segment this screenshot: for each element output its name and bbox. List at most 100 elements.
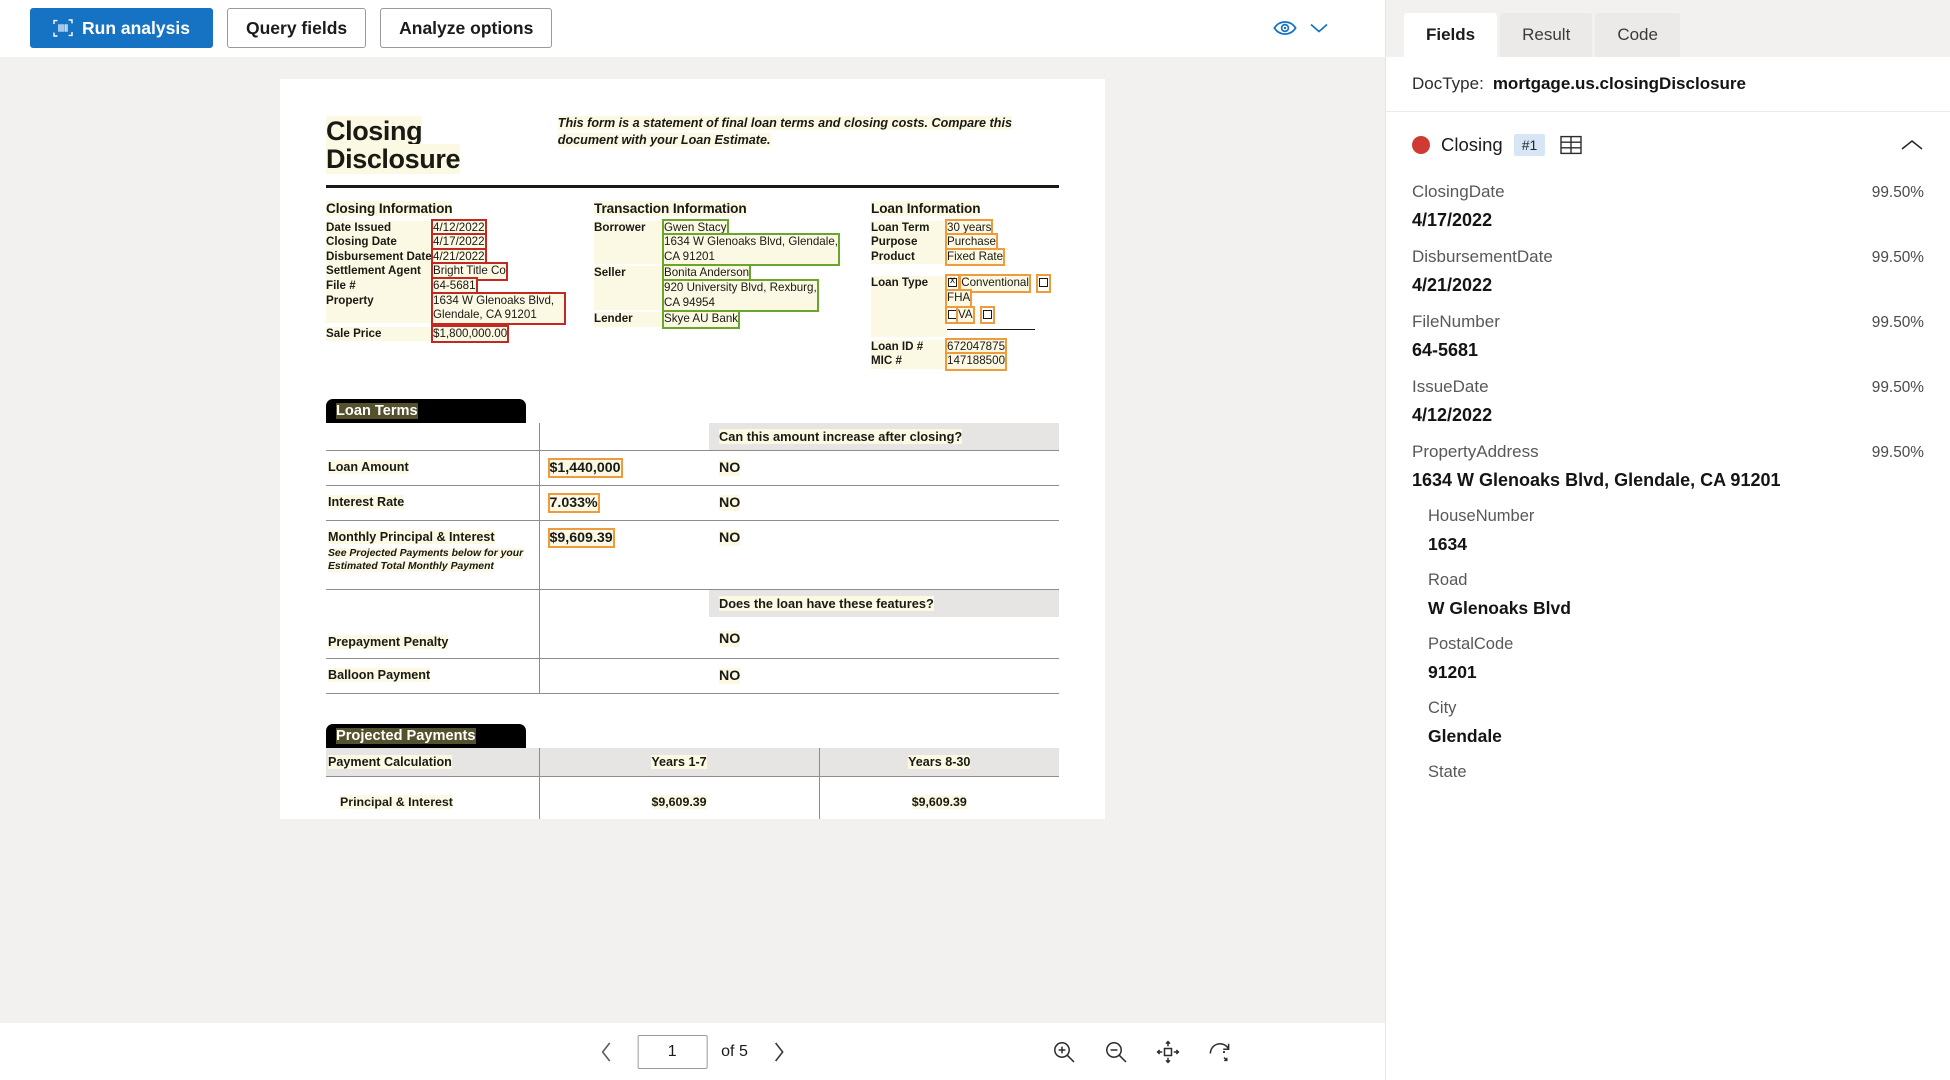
projected-payments-table: Payment Calculation Years 1-7 Years 8-30… (326, 748, 1059, 819)
table-row: Principal & Interest $9,609.39 $9,609.39 (326, 776, 1059, 819)
document-header: Closing Disclosure This form is a statem… (326, 113, 1059, 175)
loan-type-other[interactable] (979, 305, 995, 325)
field-key: HouseNumber (1428, 507, 1535, 525)
table-row: Loan Amount $1,440,000 NO (326, 450, 1059, 486)
projected-payments-tab: Projected Payments (326, 724, 526, 749)
field-item[interactable]: ClosingDate 99.50% 4/17/2022 (1412, 182, 1924, 231)
loan-terms-section: Loan Terms Can this amount increase afte… (326, 399, 1059, 695)
page-count-label: of 5 (721, 1042, 748, 1060)
closing-information-column: Closing Information Date Issued 4/12/202… (326, 200, 594, 369)
zoom-in-icon[interactable] (1049, 1037, 1079, 1067)
field-group-header[interactable]: Closing #1 (1386, 112, 1950, 170)
loan-terms-question-1: Can this amount increase after closing? (709, 423, 1059, 451)
rotate-icon[interactable] (1205, 1037, 1235, 1067)
field-key: ClosingDate (1412, 182, 1505, 201)
eye-icon[interactable] (1273, 20, 1297, 36)
next-page-button[interactable] (762, 1035, 796, 1069)
table-header-row: Payment Calculation Years 1-7 Years 8-30 (326, 748, 1059, 777)
field-item[interactable]: Road W Glenoaks Blvd (1412, 571, 1924, 619)
doctype-label: DocType: (1412, 74, 1484, 93)
field-item[interactable]: State (1412, 763, 1924, 782)
right-panel: Fields Result Code DocType: mortgage.us.… (1385, 0, 1950, 1080)
transaction-info-row: Seller Bonita Anderson 920 University Bl… (594, 264, 819, 313)
pager: of 5 (589, 1034, 796, 1069)
query-fields-label: Query fields (245, 17, 348, 38)
closing-info-row: Disbursement Date 4/21/2022 (326, 247, 487, 267)
query-fields-button[interactable]: Query fields (226, 8, 367, 48)
checkbox-icon (982, 309, 992, 319)
field-value: Glendale (1428, 726, 1502, 746)
loan-terms-table: Can this amount increase after closing? … (326, 423, 1059, 694)
run-analysis-button[interactable]: Run analysis (30, 8, 213, 48)
information-row: Closing Information Date Issued 4/12/202… (326, 200, 1059, 371)
loan-info-row: Loan Term 30 years (871, 218, 994, 238)
field-confidence: 99.50% (1871, 249, 1924, 266)
field-item[interactable]: City Glendale (1412, 699, 1924, 747)
field-key: DisbursementDate (1412, 247, 1553, 266)
tab-code[interactable]: Code (1595, 13, 1680, 57)
field-confidence: 99.50% (1871, 444, 1924, 461)
field-item[interactable]: FileNumber 99.50% 64-5681 (1412, 312, 1924, 361)
loan-information-heading: Loan Information (871, 200, 981, 216)
field-key: Road (1428, 571, 1468, 589)
field-group-name: Closing (1441, 134, 1503, 155)
field-key: PostalCode (1428, 635, 1514, 653)
loan-info-row: Purpose Purchase (871, 233, 998, 252)
checkbox-icon (1039, 278, 1049, 288)
field-value: W Glenoaks Blvd (1428, 598, 1571, 618)
page-canvas[interactable]: Closing Disclosure This form is a statem… (0, 57, 1385, 1022)
field-confidence: 99.50% (1871, 184, 1924, 201)
field-item[interactable]: DisbursementDate 99.50% 4/21/2022 (1412, 247, 1924, 296)
loan-type-other-line (947, 329, 1035, 331)
document-title: Closing Disclosure (326, 116, 461, 175)
field-key: City (1428, 699, 1457, 717)
transaction-information-heading: Transaction Information (594, 200, 747, 216)
closing-info-row: Date Issued 4/12/2022 (326, 218, 487, 238)
field-value: 1634 W Glenoaks Blvd, Glendale, CA 91201 (1412, 470, 1781, 490)
transaction-info-row: Lender Skye AU Bank (594, 310, 741, 329)
field-group-badge: #1 (1513, 134, 1546, 156)
top-toolbar: Run analysis Query fields Analyze option… (0, 0, 1385, 57)
previous-page-button[interactable] (589, 1035, 623, 1069)
chevron-up-icon[interactable] (1900, 138, 1924, 152)
closing-info-row: Property 1634 W Glenoaks Blvd, Glendale,… (326, 291, 594, 325)
loan-type-va[interactable] (945, 305, 960, 325)
field-confidence: 99.50% (1871, 314, 1924, 331)
mic-row: MIC # 147188500 (871, 352, 1008, 371)
field-item[interactable]: PostalCode 91201 (1412, 635, 1924, 683)
tab-result[interactable]: Result (1500, 13, 1593, 57)
field-value: 4/17/2022 (1412, 210, 1493, 230)
table-icon[interactable] (1560, 135, 1582, 155)
analyze-options-label: Analyze options (399, 17, 534, 38)
field-value: 91201 (1428, 662, 1477, 682)
doctype-row: DocType: mortgage.us.closingDisclosure (1386, 57, 1950, 112)
borrower-address-box: 1634 W Glenoaks Blvd, Glendale, CA 91201 (661, 233, 841, 267)
fields-list[interactable]: ClosingDate 99.50% 4/17/2022 Disbursement… (1386, 170, 1950, 1080)
table-row: Prepayment Penalty NO (326, 617, 1059, 659)
loan-terms-tab: Loan Terms (326, 399, 526, 424)
loan-id-row: Loan ID # 672047875 (871, 337, 1008, 357)
loan-type-fha[interactable] (1036, 274, 1052, 294)
closing-info-row: File # 64-5681 (326, 277, 478, 296)
loan-information-column: Loan Information Loan Term 30 years Purp… (871, 200, 1059, 371)
table-row: Interest Rate 7.033% NO (326, 485, 1059, 521)
analyze-options-button[interactable]: Analyze options (380, 8, 553, 48)
field-item[interactable]: PropertyAddress 99.50% 1634 W Glenoaks Bl… (1412, 442, 1924, 491)
header-divider (326, 184, 1059, 188)
loan-type-conventional[interactable] (945, 274, 960, 294)
field-item[interactable]: IssueDate 99.50% 4/12/2022 (1412, 377, 1924, 426)
closing-information-heading: Closing Information (326, 200, 453, 216)
loan-type-row: Loan Type Conventional FHA VA (871, 274, 1059, 337)
document-viewer: Run analysis Query fields Analyze option… (0, 0, 1385, 1080)
loan-info-row: Product Fixed Rate (871, 247, 1006, 267)
field-item[interactable]: HouseNumber 1634 (1412, 507, 1924, 555)
chevron-down-icon[interactable] (1309, 22, 1329, 34)
toolbar-right-group (1273, 20, 1369, 36)
page-number-input[interactable] (637, 1034, 708, 1069)
transaction-info-row: Borrower Gwen Stacy 1634 W Glenoaks Blvd… (594, 218, 841, 267)
checkbox-icon (948, 275, 957, 288)
zoom-out-icon[interactable] (1101, 1037, 1131, 1067)
fit-to-page-icon[interactable] (1153, 1037, 1183, 1067)
tab-fields[interactable]: Fields (1404, 13, 1498, 57)
viewer-bottom-bar: of 5 (0, 1022, 1385, 1080)
